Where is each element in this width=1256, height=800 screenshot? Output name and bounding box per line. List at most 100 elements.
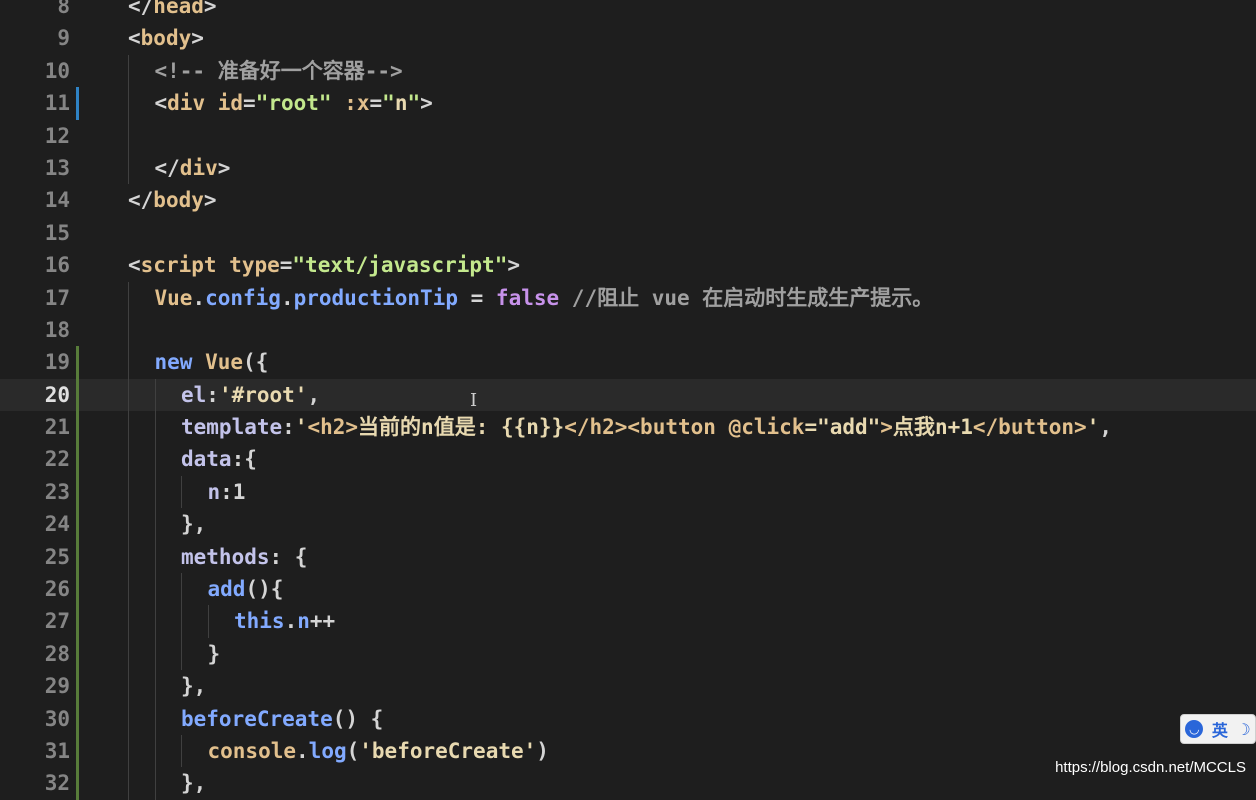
code-token: log bbox=[308, 738, 347, 763]
line-number: 30 bbox=[44, 706, 70, 731]
code-line[interactable]: 17 Vue.config.productionTip = false //阻止 … bbox=[0, 281, 1256, 314]
line-number: 17 bbox=[44, 285, 70, 310]
code-token: ++ bbox=[309, 609, 336, 634]
line-number: 8 bbox=[57, 0, 70, 18]
code-line[interactable]: 18 bbox=[0, 313, 1256, 347]
indent-guide bbox=[154, 637, 156, 671]
code-line[interactable]: 23 n:1 bbox=[0, 475, 1256, 509]
code-token: data bbox=[181, 447, 232, 472]
code-text: <body> bbox=[128, 22, 204, 54]
code-token: ( bbox=[243, 350, 256, 375]
ime-toolbar[interactable]: ◡ 英 ☽ bbox=[1180, 714, 1256, 744]
code-token: }, bbox=[181, 771, 207, 796]
code-token: beforeCreate bbox=[181, 706, 333, 731]
indent-guide bbox=[128, 573, 129, 606]
gutter-change-marker bbox=[76, 734, 79, 768]
code-token: . bbox=[192, 285, 206, 310]
code-token: > bbox=[203, 188, 217, 213]
code-token: "text/javascript" bbox=[292, 253, 508, 278]
code-token: body bbox=[140, 26, 192, 51]
line-number: 20 bbox=[44, 382, 70, 407]
code-line[interactable]: 25 methods: { bbox=[0, 540, 1256, 574]
gutter-change-marker bbox=[76, 573, 79, 606]
code-token: > bbox=[191, 26, 204, 51]
code-line[interactable]: 20 el:'#root', bbox=[0, 378, 1256, 412]
code-text: methods: { bbox=[181, 541, 307, 573]
line-number: 16 bbox=[44, 253, 70, 278]
gutter-change-marker bbox=[76, 540, 79, 574]
code-line[interactable]: 26 add(){ bbox=[0, 573, 1256, 606]
indent-guide bbox=[154, 670, 156, 703]
code-line[interactable]: 29}, bbox=[0, 670, 1256, 703]
code-token: ="add" bbox=[804, 415, 881, 440]
code-line[interactable]: 21 template:'<h2>当前的n值是: {{n}}</h2><butto… bbox=[0, 411, 1256, 444]
code-text: data:{ bbox=[181, 443, 257, 475]
gutter-change-marker bbox=[76, 670, 79, 703]
code-token: id bbox=[217, 91, 244, 116]
code-line[interactable]: 11 <div id="root" :x="n"> bbox=[0, 87, 1256, 120]
code-token: ) bbox=[536, 738, 549, 763]
indent-guide bbox=[128, 637, 129, 671]
code-editor[interactable]: 8 </head> 9 <body> 10 <!-- 准备好一个容器--> 11 <div i… bbox=[0, 0, 1256, 800]
indent-guide bbox=[128, 378, 129, 412]
ime-logo-icon: ◡ bbox=[1185, 720, 1204, 738]
code-text: <!-- 准备好一个容器--> bbox=[155, 55, 403, 87]
line-number: 26 bbox=[44, 577, 70, 602]
code-line[interactable]: 19 new Vue({ bbox=[0, 346, 1256, 379]
line-number: 11 bbox=[44, 91, 70, 116]
code-text: new Vue({ bbox=[155, 346, 269, 378]
code-line[interactable]: 27 this.n++ bbox=[0, 605, 1256, 638]
indent-guide bbox=[128, 605, 129, 638]
code-token: <h2> bbox=[307, 415, 359, 440]
line-number: 31 bbox=[44, 738, 70, 763]
gutter-change-marker bbox=[76, 702, 79, 735]
gutter-change-marker bbox=[76, 508, 79, 541]
line-number: 19 bbox=[44, 350, 70, 375]
code-line[interactable]: 13 </div> bbox=[0, 151, 1256, 185]
code-line[interactable]: 15 bbox=[0, 217, 1256, 249]
indent-guide bbox=[128, 313, 129, 347]
code-token: > bbox=[420, 91, 433, 116]
code-token: 点我n+1 bbox=[892, 415, 973, 440]
code-token: div bbox=[167, 91, 206, 116]
code-token: : bbox=[206, 382, 219, 407]
code-text: </head> bbox=[128, 0, 217, 22]
line-number: 18 bbox=[44, 317, 70, 342]
indent-guide bbox=[128, 151, 129, 185]
code-token: </ bbox=[154, 155, 180, 180]
code-token: "root" bbox=[255, 91, 332, 116]
indent-guide bbox=[154, 443, 156, 476]
code-line[interactable]: 12 bbox=[0, 119, 1256, 152]
indent-guide bbox=[154, 378, 156, 412]
code-text: }, bbox=[181, 508, 206, 540]
code-line[interactable]: 30 beforeCreate() { bbox=[0, 702, 1256, 735]
code-line[interactable]: 28} bbox=[0, 637, 1256, 671]
code-token: ' bbox=[1086, 415, 1100, 440]
indent-guide bbox=[181, 605, 182, 638]
code-line[interactable]: 10 <!-- 准备好一个容器--> bbox=[0, 54, 1256, 88]
line-number: 21 bbox=[44, 415, 70, 440]
code-text: }, bbox=[181, 767, 206, 799]
gutter-change-marker bbox=[76, 443, 79, 476]
code-token: { bbox=[255, 350, 269, 375]
code-text: beforeCreate() { bbox=[181, 703, 383, 735]
code-line[interactable]: 24}, bbox=[0, 508, 1256, 541]
code-line[interactable]: 8 </head> bbox=[0, 0, 1256, 22]
code-line[interactable]: 9 <body> bbox=[0, 22, 1256, 54]
moon-icon[interactable]: ☽ bbox=[1236, 720, 1250, 739]
code-token: '#root' bbox=[218, 382, 308, 407]
code-line[interactable]: 14 </body> bbox=[0, 184, 1256, 216]
ime-language-label[interactable]: 英 bbox=[1212, 717, 1228, 741]
gutter-change-marker bbox=[76, 767, 79, 800]
code-line[interactable]: 22 data:{ bbox=[0, 443, 1256, 476]
code-token: ' bbox=[294, 415, 308, 440]
code-text: }, bbox=[181, 670, 206, 702]
code-token: div bbox=[179, 155, 218, 180]
code-token: n bbox=[297, 609, 310, 634]
code-line[interactable]: 16 <script type="text/javascript"> bbox=[0, 249, 1256, 281]
code-text: Vue.config.productionTip = false //阻止 vu… bbox=[155, 282, 934, 314]
line-number: 29 bbox=[44, 674, 70, 699]
code-token: </h2><button bbox=[564, 415, 716, 440]
